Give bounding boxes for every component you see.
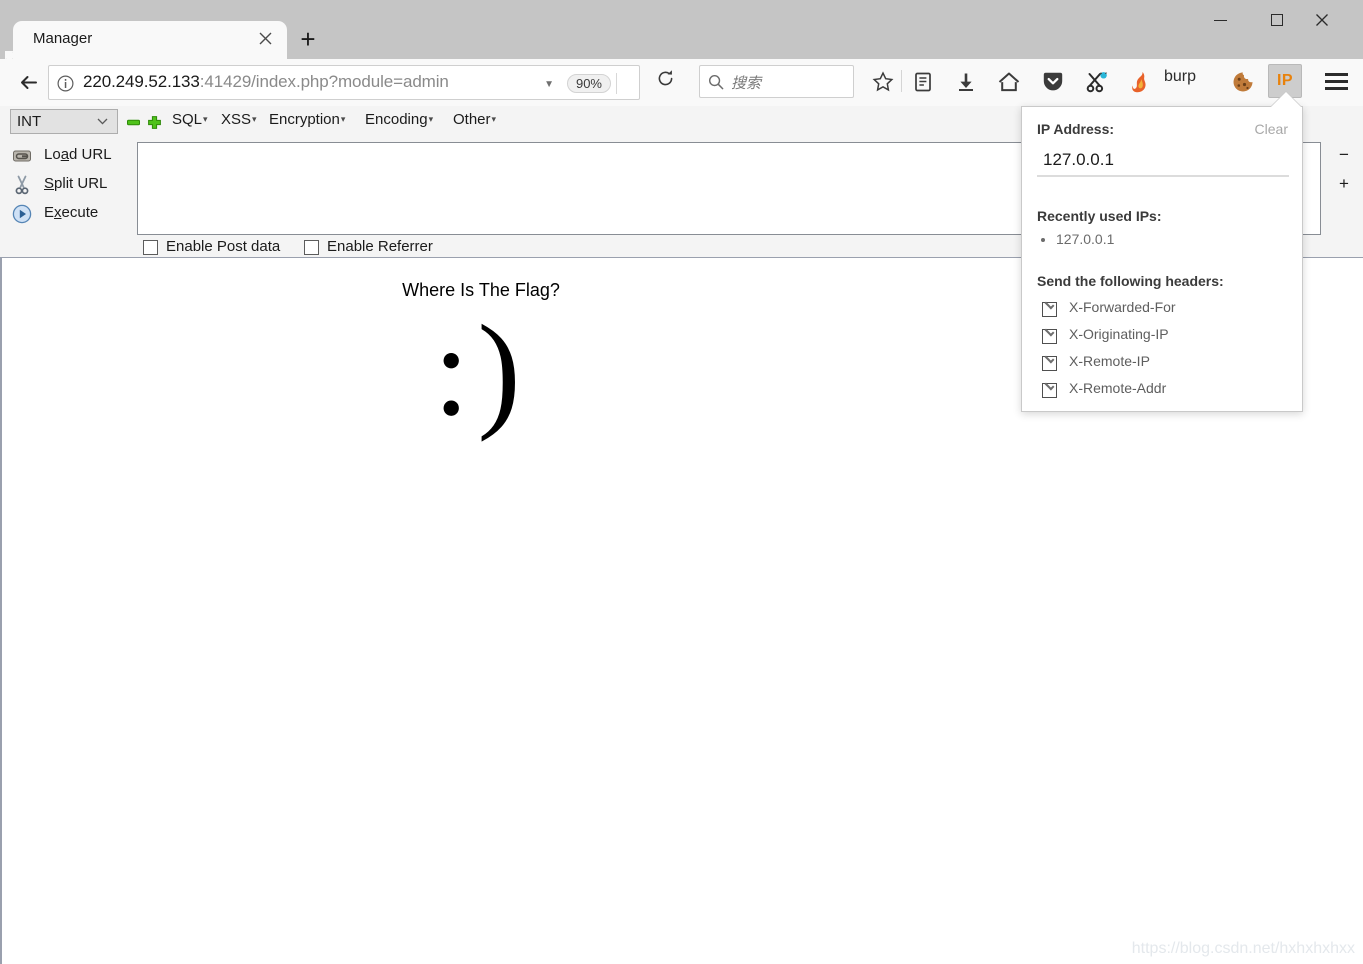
hackbar-mode-select[interactable]: INT (10, 109, 118, 134)
clear-button[interactable]: Clear (1255, 121, 1288, 137)
ip-button-label: IP (1276, 72, 1294, 89)
url-text: 220.249.52.133:41429/index.php?module=ad… (83, 72, 449, 92)
load-url-icon (12, 146, 32, 166)
bookmark-star-icon[interactable] (866, 65, 899, 98)
execute-play-icon (12, 204, 32, 224)
back-button[interactable] (12, 66, 45, 99)
hackbar-menu-sql[interactable]: SQL▾ (172, 111, 208, 128)
tab-strip: Manager + (0, 0, 1363, 59)
search-input[interactable]: 搜索 (699, 65, 854, 98)
enable-referrer-checkbox[interactable] (304, 240, 319, 255)
green-plus-icon[interactable] (148, 116, 161, 129)
split-url-scissors-icon (12, 175, 32, 195)
window-maximize-button[interactable] (1254, 4, 1300, 34)
smiley-emoticon: :) (433, 299, 529, 443)
enable-post-data-checkbox[interactable] (143, 240, 158, 255)
header-label: X-Remote-IP (1069, 353, 1150, 369)
enable-post-data-label: Enable Post data (166, 238, 281, 255)
url-bar[interactable]: 220.249.52.133:41429/index.php?module=ad… (48, 65, 640, 100)
hackbar-menu-encoding[interactable]: Encoding▾ (365, 111, 433, 128)
split-url-button[interactable]: Split URL (0, 171, 130, 200)
recently-used-ips-heading: Recently used IPs: (1037, 208, 1162, 224)
hackbar-decrease-button[interactable]: − (1335, 145, 1353, 165)
chevron-down-icon[interactable]: ▼ (544, 79, 554, 90)
caret-icon: ▾ (203, 114, 208, 124)
send-headers-heading: Send the following headers: (1037, 273, 1224, 289)
checkbox-checked-icon (1042, 299, 1057, 317)
ip-address-heading: IP Address: (1037, 121, 1115, 137)
new-tab-icon[interactable]: + (295, 26, 321, 53)
browser-window: Manager + 220.249.52.133:41429/index.php… (0, 0, 1363, 964)
home-icon[interactable] (992, 65, 1025, 98)
downloads-icon[interactable] (949, 65, 982, 98)
tab-label: Manager (33, 30, 93, 47)
checkbox-checked-icon (1042, 326, 1057, 344)
search-placeholder: 搜索 (731, 75, 762, 92)
burp-extension-button[interactable]: burp (1164, 68, 1196, 86)
load-url-label: Load URL (44, 146, 112, 163)
header-label: X-Forwarded-For (1069, 299, 1176, 315)
list-item[interactable]: 127.0.0.1 (1056, 231, 1114, 247)
navigation-toolbar: 220.249.52.133:41429/index.php?module=ad… (0, 59, 1363, 106)
execute-label: Execute (44, 204, 99, 221)
window-minimize-button[interactable] (1197, 4, 1243, 34)
hackbar-menu-encryption[interactable]: Encryption▾ (269, 111, 345, 128)
reader-library-icon[interactable] (906, 65, 939, 98)
hackbar-scissors-icon[interactable] (1080, 65, 1113, 98)
divider (901, 70, 902, 92)
pocket-icon[interactable] (1036, 65, 1069, 98)
green-minus-icon[interactable] (127, 116, 140, 129)
hamburger-menu-icon[interactable] (1322, 66, 1352, 96)
split-url-label: Split URL (44, 175, 108, 192)
menu-label: Other (453, 111, 491, 128)
caret-icon: ▾ (428, 114, 434, 124)
menu-label: Encoding (365, 111, 428, 128)
popup-arrow (1271, 92, 1301, 107)
close-tab-icon[interactable] (255, 30, 275, 50)
menu-label: SQL (172, 111, 203, 128)
reload-icon[interactable] (652, 69, 678, 95)
load-url-button[interactable]: Load URL (0, 142, 130, 171)
checkbox-checked-icon (1042, 353, 1057, 371)
header-label: X-Originating-IP (1069, 326, 1169, 342)
search-icon (708, 74, 724, 95)
hackbar-menu-xss[interactable]: XSS▾ (221, 111, 257, 128)
enable-referrer-label: Enable Referrer (327, 238, 433, 255)
browser-tab-manager[interactable]: Manager (5, 21, 287, 59)
divider (616, 73, 617, 94)
flame-extension-icon[interactable] (1124, 65, 1157, 98)
header-label: X-Remote-Addr (1069, 380, 1167, 396)
recently-used-ips-list: 127.0.0.1 (1044, 231, 1114, 247)
caret-icon: ▾ (491, 114, 497, 124)
hackbar-menu-other[interactable]: Other▾ (453, 111, 496, 128)
caret-icon: ▾ (252, 114, 257, 124)
watermark-text: https://blog.csdn.net/hxhxhxhxx (1131, 940, 1355, 957)
menu-label: XSS (221, 111, 252, 128)
site-info-icon[interactable] (57, 75, 74, 92)
ip-address-input[interactable] (1037, 145, 1289, 177)
cookie-icon[interactable] (1226, 65, 1259, 98)
url-path: :41429/index.php?module=admin (199, 72, 449, 91)
checkbox-checked-icon (1042, 380, 1057, 398)
url-host: 220.249.52.133 (83, 72, 200, 91)
menu-label: Encryption (269, 111, 340, 128)
ip-spoof-popup-panel: IP Address: Clear Recently used IPs: 127… (1021, 106, 1303, 412)
caret-icon: ▾ (340, 114, 346, 124)
hackbar-increase-button[interactable]: + (1335, 174, 1353, 194)
window-close-button[interactable] (1299, 4, 1345, 34)
execute-button[interactable]: Execute (0, 200, 130, 229)
zoom-level-badge[interactable]: 90% (566, 74, 611, 93)
